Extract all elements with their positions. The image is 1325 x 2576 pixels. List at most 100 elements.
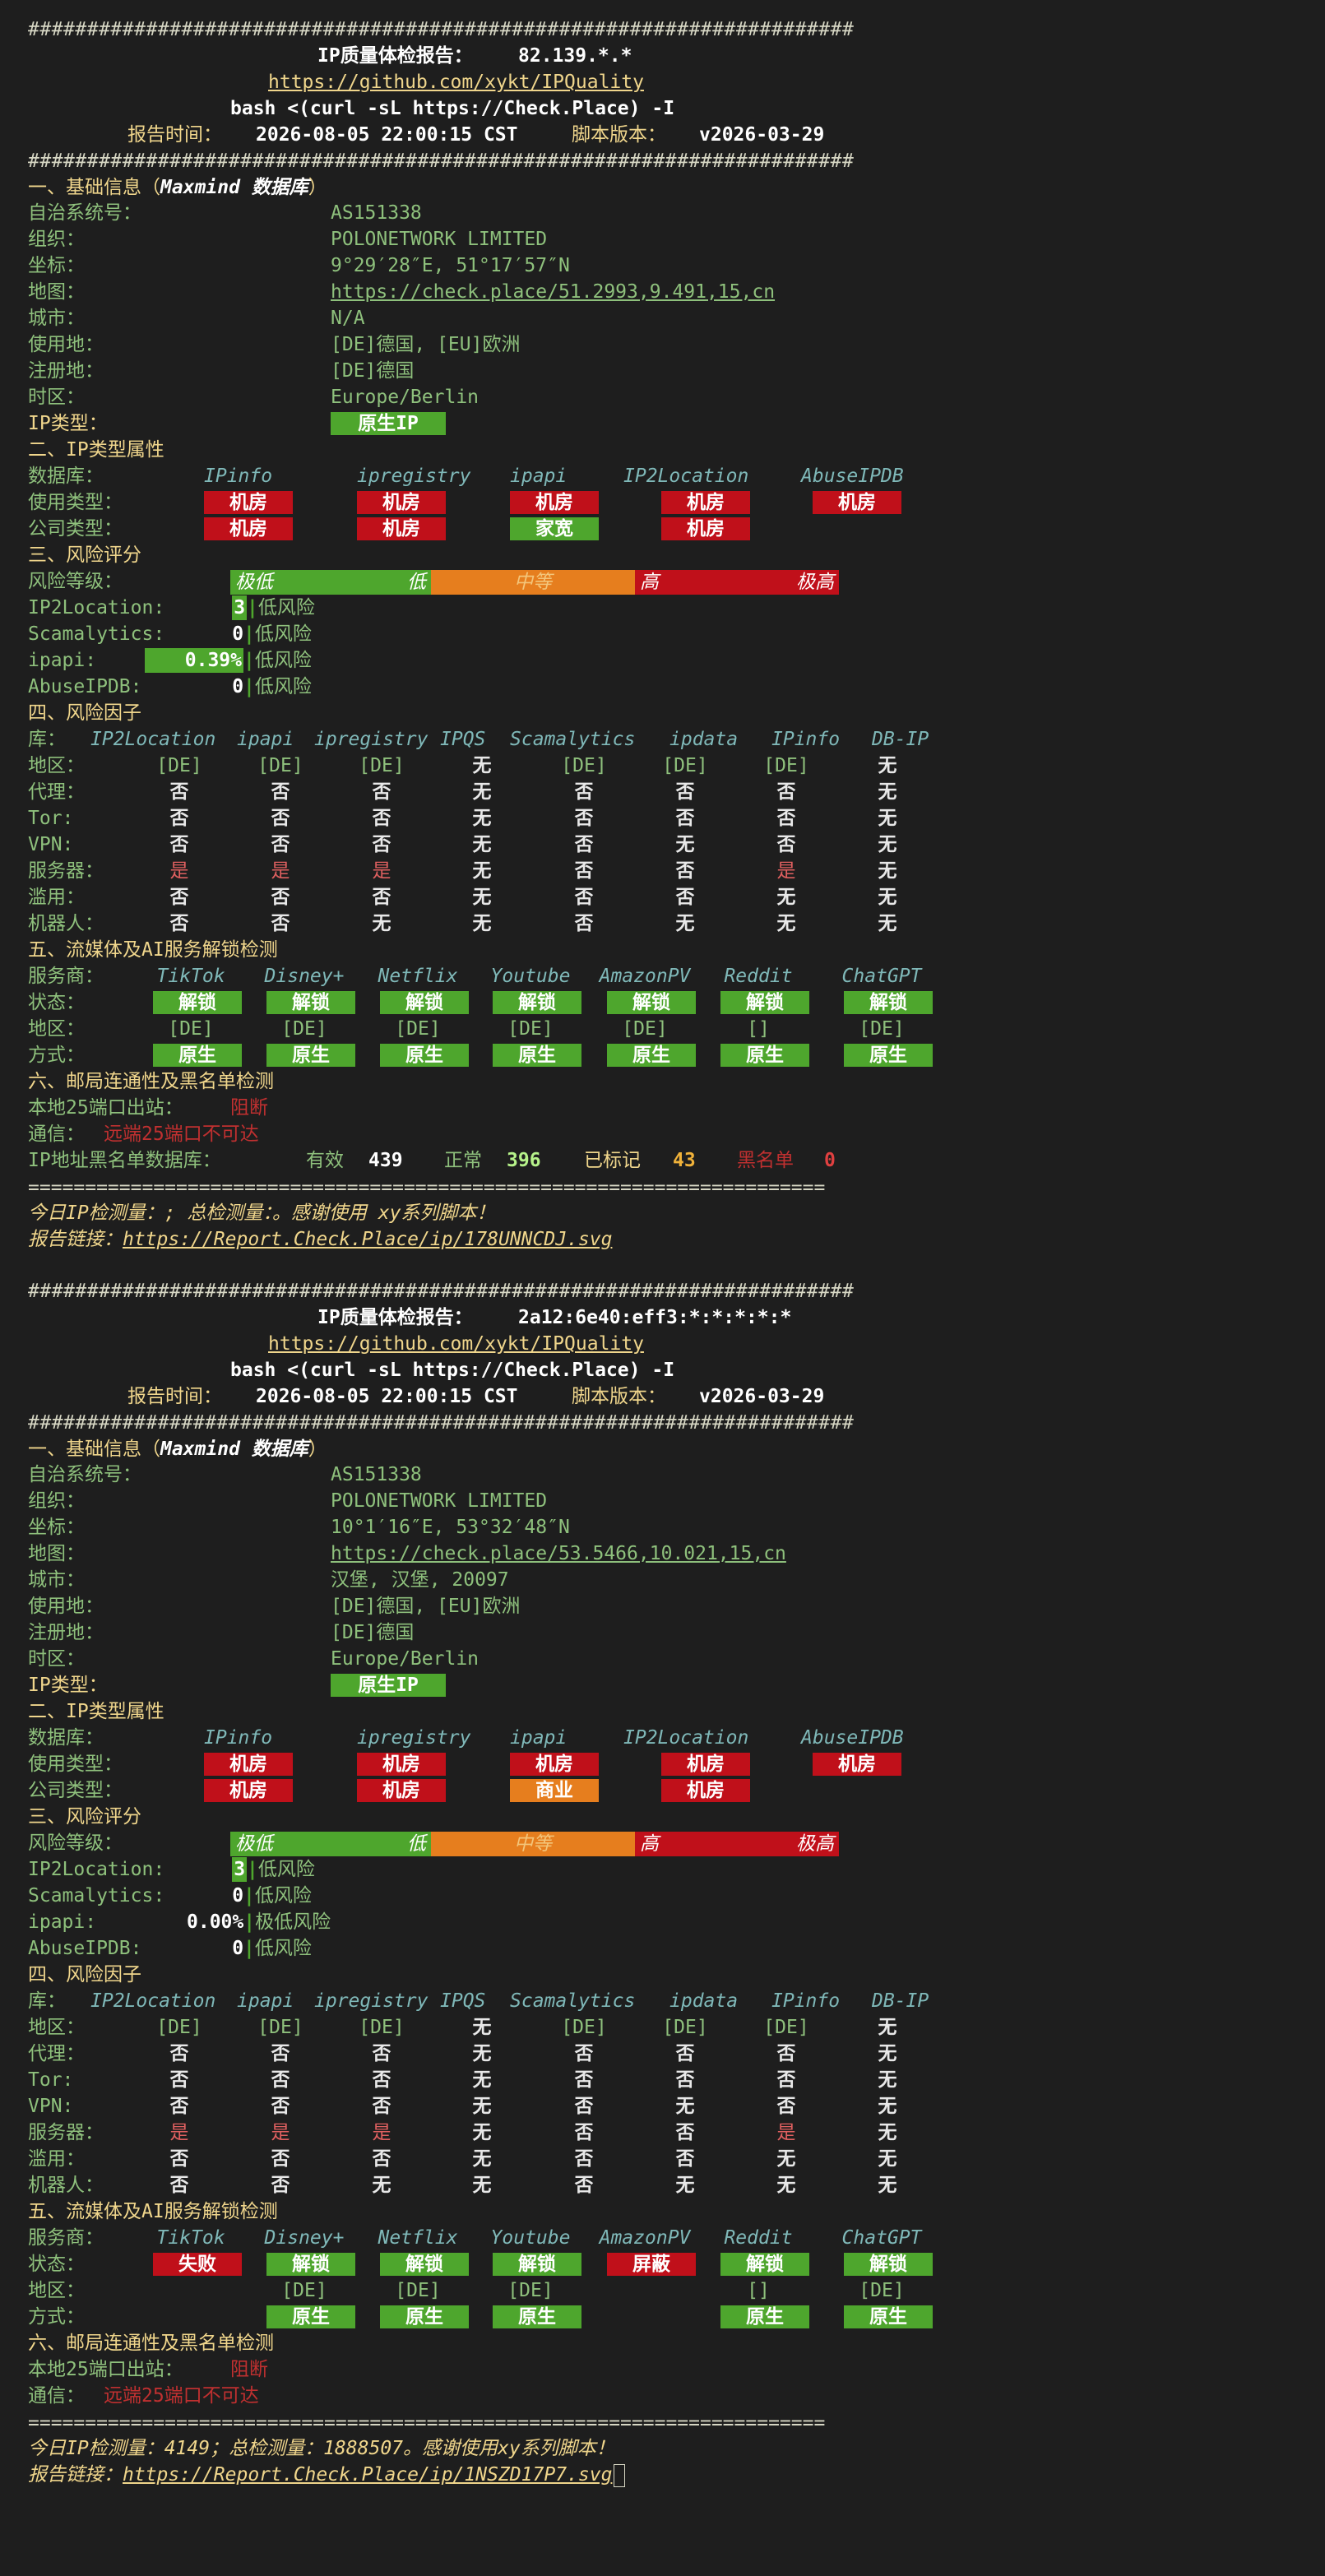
service-region: [DE] [622, 1018, 668, 1040]
valid-label: 有效 [306, 1150, 344, 1171]
risk-text: 低风险 [254, 1938, 312, 1959]
service-region: [DE] [281, 1018, 327, 1040]
factor-value: 无 [878, 860, 897, 882]
basic-value: [DE]德国 [331, 1622, 415, 1643]
section-basic-title: 一、基础信息（Maxmind 数据库） [28, 174, 327, 201]
factor-value: 否 [372, 2069, 391, 2091]
factor-value: 无 [472, 834, 492, 855]
port25-value: 阻断 [230, 1097, 268, 1119]
factor-value: [DE] [257, 2017, 303, 2038]
repo-link[interactable]: https://github.com/xykt/IPQuality [268, 70, 644, 95]
factor-row-label: 代理： [28, 781, 85, 803]
service-name: AmazonPV [599, 966, 691, 987]
map-link[interactable]: https://check.place/51.2993,9.491,15,cn [331, 280, 775, 304]
factor-value: 无 [472, 913, 492, 934]
report-link[interactable]: https://Report.Check.Place/ip/1NSZD17P7.… [123, 2464, 612, 2486]
risk-bar-edge: | [243, 676, 255, 697]
usage-badge: 机房 [813, 1753, 901, 1776]
risk-bar-edge: | [243, 1911, 256, 1933]
unlock-status-badge: 解锁 [844, 2253, 933, 2276]
factor-value: 无 [472, 755, 492, 776]
report-ip: 2a12:6e40:eff3:*:*:*:*:* [518, 1307, 792, 1328]
db-label: 数据库： [28, 466, 104, 487]
factor-value: 否 [271, 887, 290, 908]
risk-score: 0.39%|低风险 [145, 648, 312, 673]
section-title: 三、风险评分 [28, 544, 141, 566]
factor-value: [DE] [156, 2017, 202, 2038]
section-title: 三、风险评分 [28, 1806, 141, 1828]
factor-value: 否 [169, 2069, 189, 2091]
usage-badge: 机房 [510, 491, 599, 514]
lib-label: 库： [28, 1990, 66, 2012]
map-link[interactable]: https://check.place/53.5466,10.021,15,cn [331, 1541, 786, 1566]
divider-hash-text: ########################################… [28, 151, 855, 172]
unlock-status-badge: 解锁 [607, 991, 696, 1014]
blacklist-label: IP地址黑名单数据库： [28, 1150, 221, 1171]
db-column-header: AbuseIPDB [801, 1727, 904, 1749]
status-label: 状态： [28, 2254, 85, 2275]
unlock-status-badge: 解锁 [153, 991, 242, 1014]
section-basic-title: 一、基础信息（Maxmind 数据库） [28, 1436, 327, 1462]
risk-score-value: 3 [232, 1857, 248, 1882]
factor-value: 无 [675, 913, 695, 934]
factor-value: 否 [271, 2175, 290, 2196]
unlock-status-badge: 解锁 [720, 991, 809, 1014]
factor-value: 无 [472, 2043, 492, 2064]
factor-value: 无 [878, 755, 897, 776]
report-title: IP质量体检报告： [317, 45, 473, 67]
factor-value: 是 [169, 860, 189, 882]
ip-type-badge: 原生IP [331, 1674, 446, 1697]
factor-value: [DE] [763, 2017, 809, 2038]
factor-value: 否 [574, 913, 594, 934]
normal-count: 396 [507, 1150, 541, 1171]
section-title: 五、流媒体及AI服务解锁检测 [28, 939, 278, 961]
factor-value: 否 [574, 834, 594, 855]
repo-link[interactable]: https://github.com/xykt/IPQuality [268, 1332, 644, 1356]
factor-column-header: Scamalytics [510, 729, 636, 750]
basic-label: 使用地： [28, 1596, 104, 1617]
risk-level-bar: 极低低中等高极高 [230, 1832, 839, 1856]
factor-value: 是 [776, 860, 796, 882]
version-label: 脚本版本： [572, 1386, 666, 1407]
factor-value: 无 [472, 2122, 492, 2143]
factor-column-header: ipregistry [314, 729, 429, 750]
factor-value: 无 [878, 2017, 897, 2038]
port25-value: 阻断 [230, 2359, 268, 2380]
factor-value: [DE] [561, 755, 607, 776]
company-badge: 机房 [204, 1779, 293, 1802]
ip-type-label: IP类型： [28, 1675, 108, 1696]
basic-value: 10°1′16″E, 53°32′48″N [331, 1517, 570, 1538]
version-value: v2026-03-29 [699, 1386, 825, 1407]
factor-column-header: IPQS [440, 729, 486, 750]
divider-hash: ########################################… [28, 1278, 854, 1304]
divider-eq-text: ========================================… [28, 1177, 826, 1198]
risk-level-3: 高 [635, 570, 737, 595]
factor-column-header: ipregistry [314, 1990, 429, 2012]
factor-value: 否 [169, 2148, 189, 2170]
factor-value: 无 [878, 834, 897, 855]
factor-value: 否 [776, 834, 796, 855]
cursor-block [614, 2463, 626, 2487]
service-region: [DE] [281, 2280, 327, 2301]
factor-value: 否 [776, 808, 796, 829]
factor-row-label: 滥用： [28, 887, 85, 908]
factor-row-label: Tor: [28, 2069, 74, 2091]
basic-label: 地图： [28, 281, 85, 303]
factor-value: 否 [271, 2096, 290, 2117]
company-label: 公司类型： [28, 518, 123, 540]
factor-value: [DE] [257, 755, 303, 776]
factor-value: [DE] [763, 755, 809, 776]
time-value: 2026-08-05 22:00:15 CST [256, 1386, 518, 1407]
unlock-status-badge: 解锁 [380, 2253, 469, 2276]
report-link-label: 报告链接： [28, 1229, 123, 1250]
factor-row-label: 地区： [28, 2017, 85, 2038]
risk-level-0: 极低 [230, 570, 329, 595]
section-title: 六、邮局连通性及黑名单检测 [28, 1071, 274, 1092]
report-link[interactable]: https://Report.Check.Place/ip/178UNNCDJ.… [123, 1229, 612, 1250]
time-value: 2026-08-05 22:00:15 CST [256, 124, 518, 146]
factor-value: 否 [574, 2148, 594, 2170]
service-label: 服务商： [28, 966, 104, 987]
factor-value: 无 [878, 781, 897, 803]
company-badge: 机房 [357, 517, 446, 540]
factor-value: 否 [372, 887, 391, 908]
